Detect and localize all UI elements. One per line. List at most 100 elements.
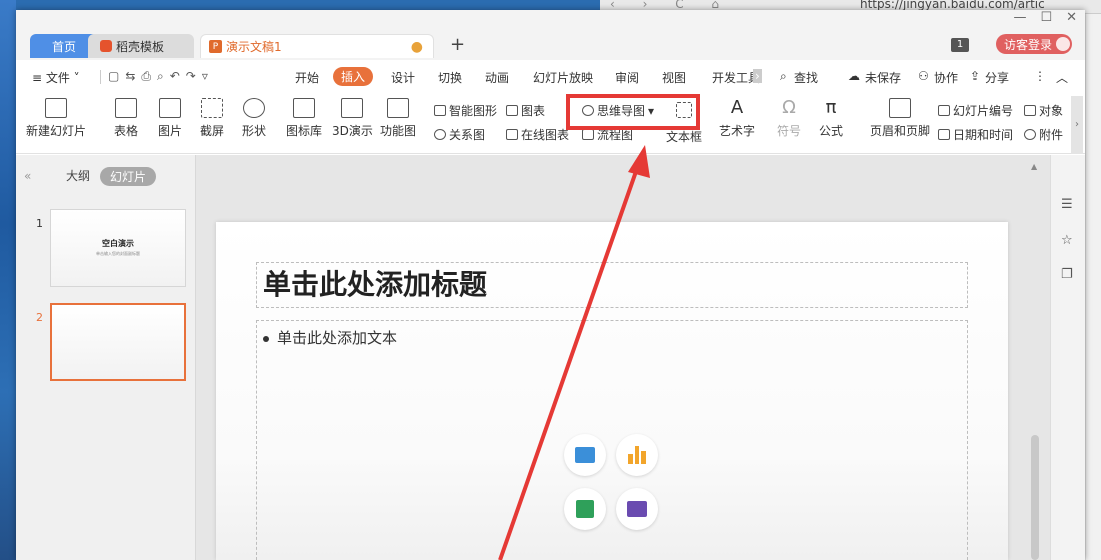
formula-icon: π bbox=[825, 97, 837, 118]
object-label: 对象 bbox=[1039, 104, 1064, 118]
slide-thumbnail-panel: « 大纲 幻灯片 1 空白演示 单击输入您的封面副标题 2 bbox=[16, 155, 196, 560]
slide-editor[interactable]: 单击此处添加标题 单击此处添加文本 bbox=[216, 222, 1008, 560]
function-chart-label: 功能图 bbox=[380, 124, 417, 138]
calendar-icon bbox=[938, 129, 950, 140]
tab-slides[interactable]: 幻灯片 bbox=[100, 167, 157, 186]
menu-review[interactable]: 审阅 bbox=[615, 69, 639, 86]
smart-shape-label: 智能图形 bbox=[449, 104, 498, 118]
shape-button[interactable]: 形状 bbox=[242, 98, 266, 139]
close-button[interactable]: ✕ bbox=[1066, 10, 1077, 25]
title-bar: — ☐ ✕ 首页 稻壳模板 P 演示文稿1 ● + 1 访客登录 bbox=[16, 10, 1085, 60]
more-options-icon[interactable]: ⋮ bbox=[1034, 69, 1046, 83]
body-placeholder-text: 单击此处添加文本 bbox=[277, 329, 398, 347]
wps-presentation-window: — ☐ ✕ 首页 稻壳模板 P 演示文稿1 ● + 1 访客登录 ≡ 文件 ˅ … bbox=[16, 10, 1085, 560]
header-footer-label: 页眉和页脚 bbox=[870, 124, 931, 138]
bullet-icon bbox=[263, 335, 269, 342]
art-text-icon: A bbox=[730, 97, 744, 118]
symbol-label: 符号 bbox=[777, 124, 802, 138]
ribbon-scroll-right-icon[interactable]: › bbox=[1071, 96, 1083, 154]
header-footer-button[interactable]: 页眉和页脚 bbox=[870, 98, 930, 139]
tab-outline[interactable]: 大纲 bbox=[66, 167, 90, 184]
unsaved-status[interactable]: 未保存 bbox=[865, 69, 901, 86]
screenshot-button[interactable]: 截屏 bbox=[200, 98, 224, 139]
collapse-ribbon-icon[interactable]: ︿ bbox=[1056, 69, 1068, 86]
animation-star-icon[interactable]: ☆ bbox=[1061, 233, 1077, 249]
chart-button[interactable]: 图表 bbox=[506, 102, 545, 119]
3d-demo-button[interactable]: 3D演示 bbox=[332, 98, 373, 139]
menu-animation[interactable]: 动画 bbox=[485, 69, 509, 86]
minimize-button[interactable]: — bbox=[1013, 10, 1026, 25]
smart-shape-button[interactable]: 智能图形 bbox=[434, 102, 497, 119]
slide-number-icon bbox=[938, 105, 950, 116]
insert-table-icon[interactable] bbox=[564, 488, 606, 530]
file-menu[interactable]: ≡ 文件 ˅ bbox=[32, 69, 80, 86]
menu-share[interactable]: 分享 bbox=[985, 69, 1009, 86]
scrollbar-thumb[interactable] bbox=[1031, 435, 1039, 560]
slide-number-button[interactable]: 幻灯片编号 bbox=[938, 102, 1013, 119]
new-slide-button[interactable]: 新建幻灯片 bbox=[26, 98, 86, 139]
menu-bar: ≡ 文件 ˅ ▢⇆⎙⌕↶↷▿ 开始 插入 设计 切换 动画 幻灯片放映 审阅 视… bbox=[16, 60, 1085, 94]
formula-label: 公式 bbox=[819, 124, 844, 138]
window-controls: — ☐ ✕ bbox=[1013, 10, 1077, 25]
picture-label: 图片 bbox=[158, 124, 183, 138]
guest-login-button[interactable]: 访客登录 bbox=[996, 34, 1072, 54]
unsaved-dot-icon: ● bbox=[410, 38, 423, 55]
thumbnail-number: 1 bbox=[36, 217, 43, 230]
insert-picture-icon[interactable] bbox=[564, 434, 606, 476]
menu-search[interactable]: 查找 bbox=[794, 69, 818, 86]
object-button[interactable]: 对象 bbox=[1024, 102, 1063, 119]
new-tab-button[interactable]: + bbox=[450, 34, 465, 55]
insert-video-icon[interactable] bbox=[616, 488, 658, 530]
art-text-button[interactable]: A 艺术字 bbox=[719, 98, 755, 139]
tab-docer-template[interactable]: 稻壳模板 bbox=[88, 34, 194, 58]
table-button[interactable]: 表格 bbox=[114, 98, 138, 139]
header-footer-icon bbox=[889, 98, 911, 118]
vertical-scrollbar[interactable]: ▲ bbox=[1030, 160, 1040, 560]
picture-icon bbox=[159, 98, 181, 118]
menu-transition[interactable]: 切换 bbox=[438, 69, 462, 86]
shape-label: 形状 bbox=[242, 124, 267, 138]
relation-button[interactable]: 关系图 bbox=[434, 126, 485, 143]
datetime-button[interactable]: 日期和时间 bbox=[938, 126, 1013, 143]
menu-insert[interactable]: 插入 bbox=[333, 67, 374, 86]
tab-home-label: 首页 bbox=[51, 39, 76, 54]
search-icon[interactable]: ⌕ bbox=[780, 69, 787, 84]
cloud-icon: ☁ bbox=[848, 69, 860, 83]
properties-icon[interactable]: ☰ bbox=[1061, 197, 1077, 213]
desktop-background-right bbox=[1085, 0, 1101, 560]
menu-more-icon[interactable]: › bbox=[753, 69, 762, 83]
thumbnail-subtitle: 单击输入您的封面副标题 bbox=[96, 251, 140, 256]
tab-document-label: 演示文稿1 bbox=[226, 40, 282, 54]
tab-document[interactable]: P 演示文稿1 ● bbox=[200, 34, 434, 58]
title-placeholder[interactable]: 单击此处添加标题 bbox=[256, 262, 968, 308]
menu-start[interactable]: 开始 bbox=[295, 69, 319, 86]
formula-button[interactable]: π 公式 bbox=[819, 98, 843, 139]
copy-icon[interactable]: ❐ bbox=[1061, 267, 1077, 283]
3d-demo-label: 3D演示 bbox=[332, 124, 373, 138]
menu-view[interactable]: 视图 bbox=[662, 69, 686, 86]
menu-design[interactable]: 设计 bbox=[391, 69, 415, 86]
menu-collab[interactable]: 协作 bbox=[934, 69, 958, 86]
new-slide-icon bbox=[45, 98, 67, 118]
slide-thumbnail-1[interactable]: 空白演示 单击输入您的封面副标题 bbox=[50, 209, 186, 287]
body-placeholder[interactable]: 单击此处添加文本 bbox=[256, 320, 968, 560]
right-side-toolbar: ☰ ☆ ❐ bbox=[1050, 155, 1085, 560]
picture-button[interactable]: 图片 bbox=[158, 98, 182, 139]
attachment-button[interactable]: 附件 bbox=[1024, 126, 1063, 143]
collab-icon: ⚇ bbox=[918, 69, 929, 83]
quick-access-icons[interactable]: ▢⇆⎙⌕↶↷▿ bbox=[108, 69, 214, 84]
scroll-up-icon[interactable]: ▲ bbox=[1031, 162, 1037, 171]
textbox-button[interactable]: 文本框 bbox=[666, 128, 702, 145]
menu-slideshow[interactable]: 幻灯片放映 bbox=[533, 69, 593, 86]
screenshot-icon bbox=[201, 98, 223, 118]
function-chart-button[interactable]: 功能图 bbox=[380, 98, 416, 139]
maximize-button[interactable]: ☐ bbox=[1040, 10, 1052, 25]
window-count-badge[interactable]: 1 bbox=[951, 38, 969, 52]
slide-thumbnail-2[interactable] bbox=[50, 303, 186, 381]
insert-chart-icon[interactable] bbox=[616, 434, 658, 476]
icon-library-button[interactable]: 图标库 bbox=[286, 98, 322, 139]
chart-icon bbox=[506, 105, 518, 116]
symbol-button[interactable]: Ω 符号 bbox=[777, 98, 801, 139]
online-chart-button[interactable]: 在线图表 bbox=[506, 126, 569, 143]
collapse-panel-icon[interactable]: « bbox=[24, 169, 31, 183]
